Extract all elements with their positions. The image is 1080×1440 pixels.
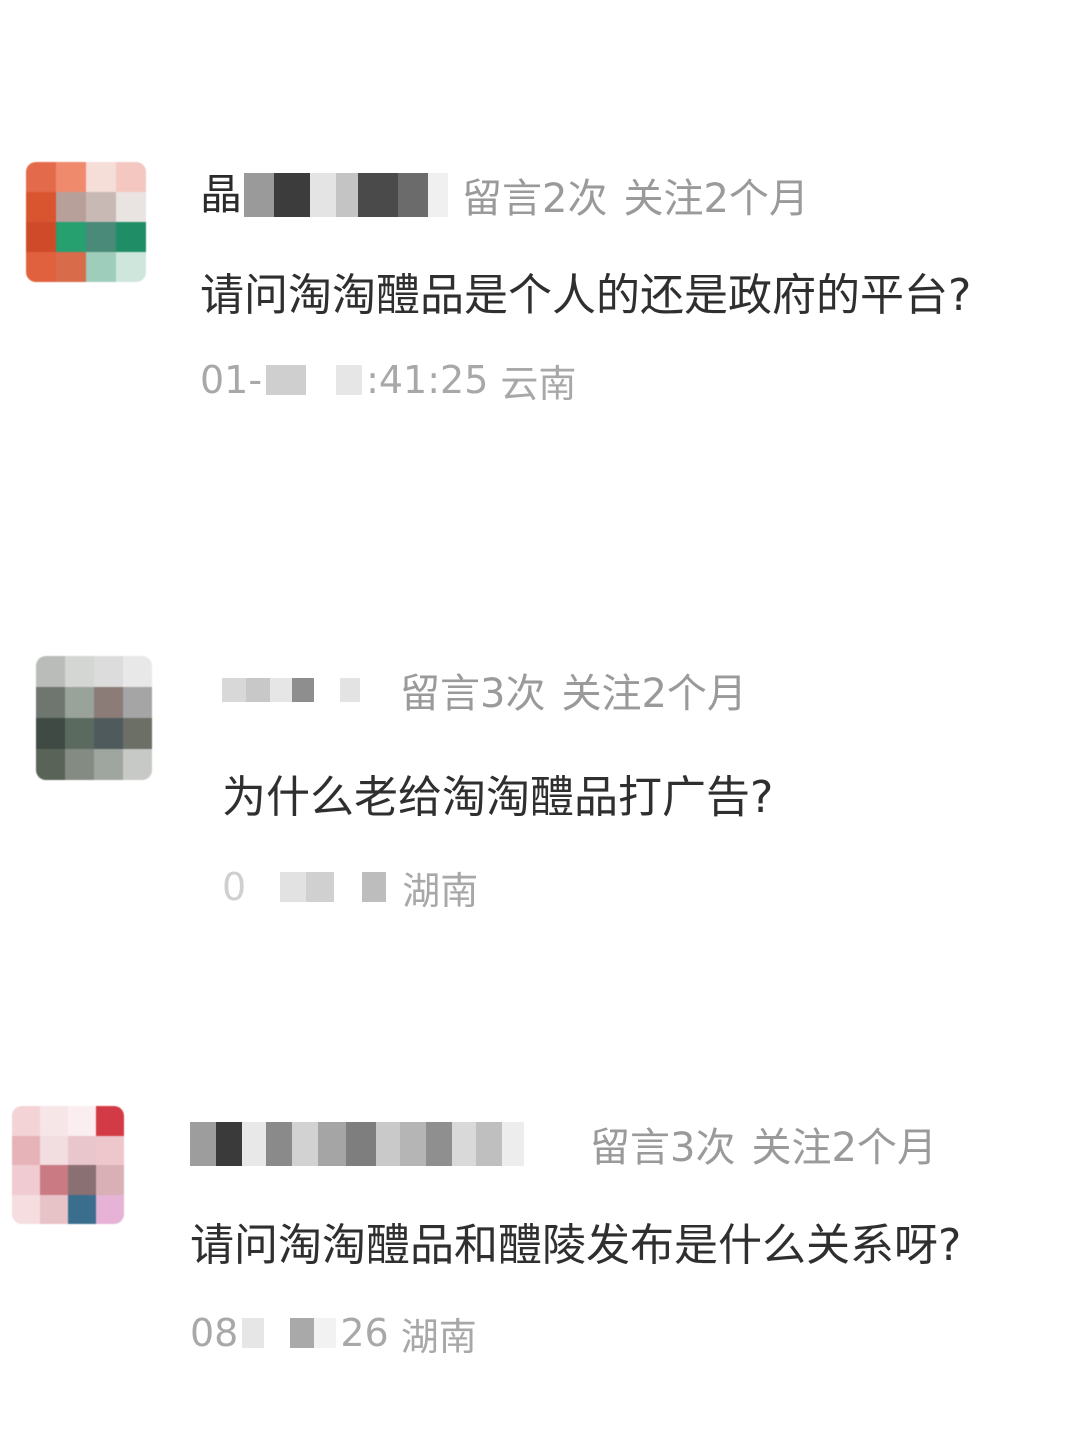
username-mosaic: [244, 173, 449, 217]
location: 云南: [500, 361, 577, 406]
comment-time: 0 湖南: [222, 862, 479, 913]
message-count: 留言3次: [400, 671, 546, 717]
comment-time: 08 26 湖南: [190, 1308, 477, 1359]
avatar[interactable]: [26, 162, 146, 282]
comment-content: 为什么老给淘淘醴品打广告?: [222, 772, 774, 823]
username-mosaic[interactable]: [222, 678, 360, 702]
username-mosaic[interactable]: [190, 1122, 524, 1166]
follow-duration: 关注2个月: [561, 671, 747, 717]
time-prefix: 08: [190, 1311, 239, 1355]
time-mosaic: [250, 872, 387, 902]
location: 湖南: [402, 868, 479, 913]
comment-content: 请问淘淘醴品是个人的还是政府的平台?: [200, 270, 972, 321]
avatar[interactable]: [36, 656, 152, 780]
message-count: 留言2次: [462, 176, 608, 222]
comment-meta: 留言3次 关注2个月: [190, 1114, 937, 1174]
time-mosaic: [266, 365, 363, 395]
comment-stats: 留言2次 关注2个月: [462, 166, 809, 224]
comment-meta: 留言3次 关注2个月: [222, 660, 747, 720]
time-mosaic: [242, 1318, 337, 1348]
comment-time: 01- :41:25 云南: [200, 355, 577, 406]
comment-content: 请问淘淘醴品和醴陵发布是什么关系呀?: [190, 1220, 962, 1271]
avatar[interactable]: [12, 1106, 124, 1224]
comment-stats: 留言3次 关注2个月: [400, 661, 747, 719]
follow-duration: 关注2个月: [623, 176, 809, 222]
time-prefix: 0: [222, 865, 247, 909]
time-prefix: 01-: [200, 358, 263, 402]
time-suffix: 26: [340, 1311, 389, 1355]
location: 湖南: [400, 1314, 477, 1359]
comment-stats: 留言3次 关注2个月: [590, 1115, 937, 1173]
time-suffix: :41:25: [366, 358, 489, 402]
follow-duration: 关注2个月: [751, 1125, 937, 1171]
comment-meta: 晶 留言2次 关注2个月: [200, 165, 809, 225]
message-count: 留言3次: [590, 1125, 736, 1171]
username[interactable]: 晶: [200, 173, 242, 217]
